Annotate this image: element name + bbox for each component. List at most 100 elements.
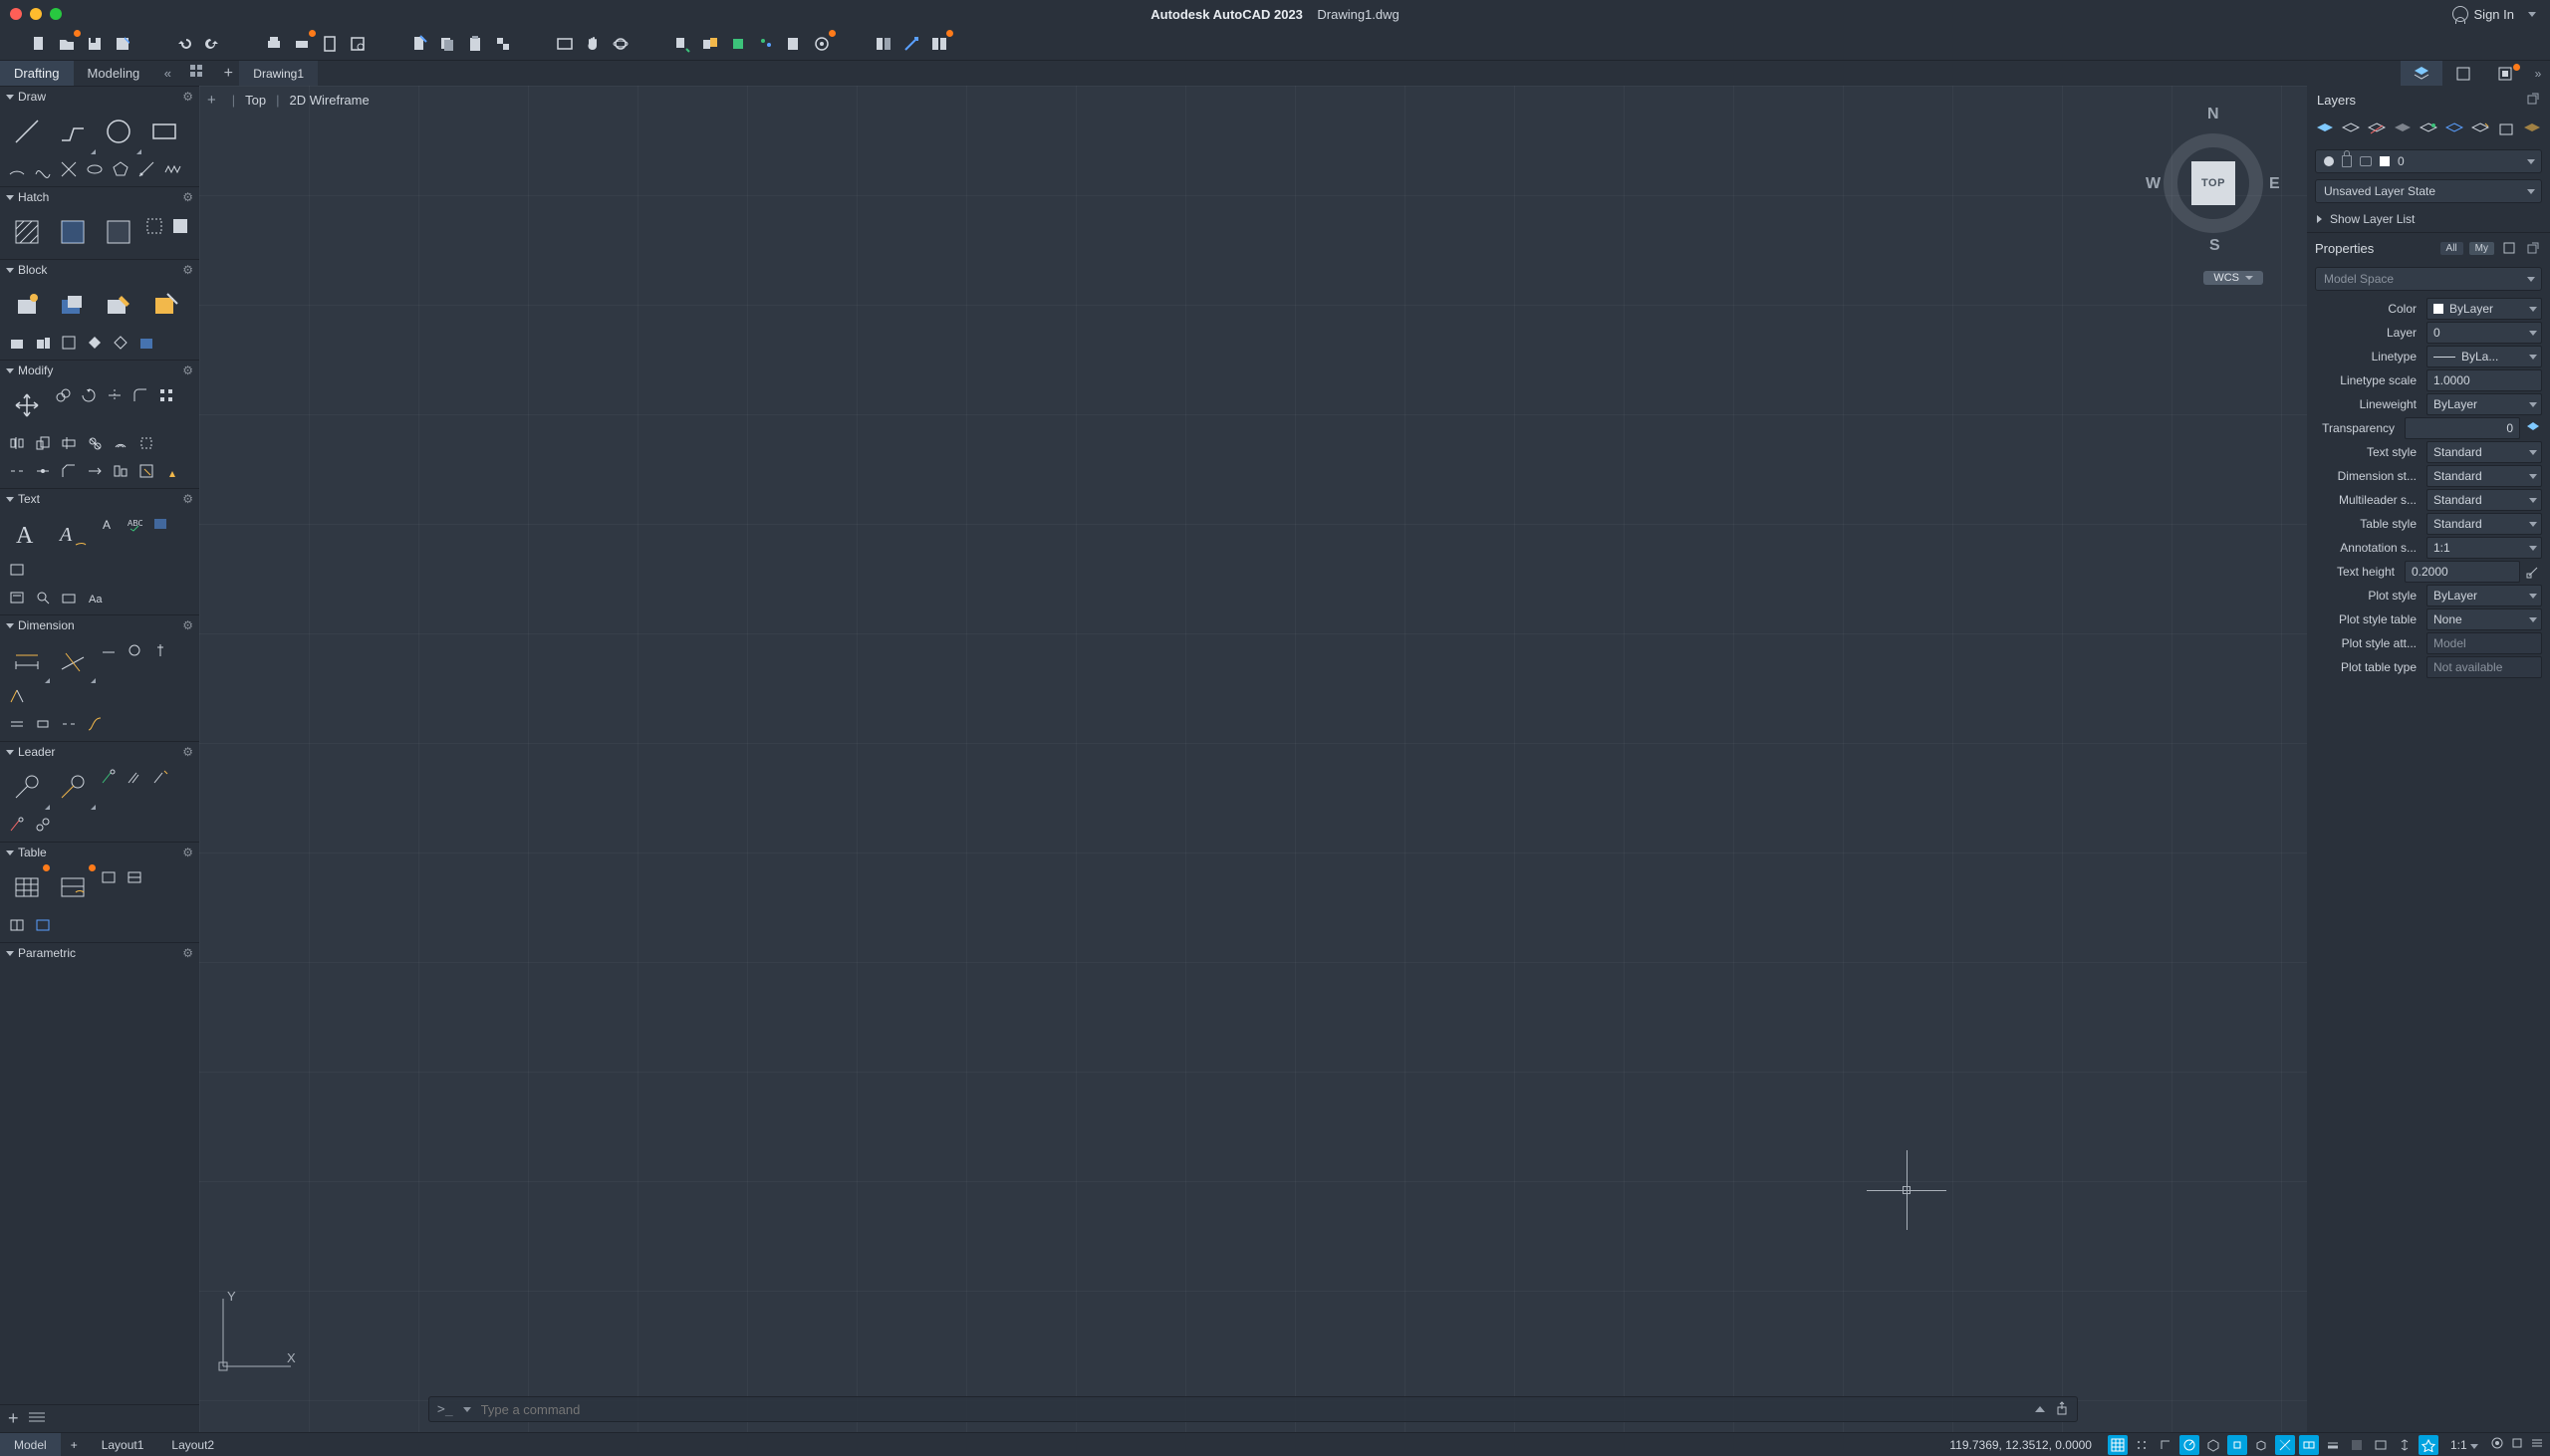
chamfer-tool[interactable] (58, 460, 80, 482)
table-sm-3[interactable] (6, 914, 28, 936)
view-plus-icon[interactable]: + (207, 92, 222, 109)
prop-transparency[interactable]: 0 (2405, 417, 2520, 439)
preview-button[interactable] (347, 33, 369, 55)
prop-mleader[interactable]: Standard (2426, 489, 2542, 511)
break-tool[interactable] (6, 460, 28, 482)
dim-sm-1[interactable] (98, 639, 120, 661)
prop-tablestyle[interactable]: Standard (2426, 513, 2542, 535)
wcs-chip[interactable]: WCS (2203, 271, 2263, 285)
offset-tool[interactable] (110, 432, 131, 454)
current-layer-combo[interactable]: 0 (2315, 149, 2542, 173)
insert-block-tool[interactable] (6, 284, 48, 326)
section-header-leader[interactable]: Leader⚙ (0, 742, 199, 762)
section-header-draw[interactable]: Draw⚙ (0, 87, 199, 107)
dim-sm-4[interactable] (6, 685, 28, 707)
table-sm-4[interactable] (32, 914, 54, 936)
gear-icon[interactable]: ⚙ (182, 618, 193, 632)
dynamic-input-toggle[interactable] (2299, 1435, 2319, 1455)
block-sm-2[interactable] (32, 332, 54, 354)
prop-plotstyle[interactable]: ByLayer (2426, 585, 2542, 607)
leader-sm-2[interactable] (124, 766, 145, 788)
mtext-tool[interactable]: A (6, 513, 48, 555)
layer-tool-3[interactable] (2367, 119, 2387, 140)
create-block-tool[interactable] (52, 284, 94, 326)
prop-textstyle[interactable]: Standard (2426, 441, 2542, 463)
new-file-button[interactable] (28, 33, 50, 55)
line-tool[interactable] (6, 111, 48, 152)
dim-sm-7[interactable] (58, 713, 80, 735)
layers-panel-tab[interactable] (2401, 61, 2442, 86)
prop-textheight[interactable]: 0.2000 (2405, 561, 2520, 583)
osnap-toggle[interactable] (2227, 1435, 2247, 1455)
command-expand-icon[interactable] (2035, 1406, 2045, 1412)
section-header-block[interactable]: Block⚙ (0, 260, 199, 280)
measure-button[interactable] (783, 33, 805, 55)
section-header-modify[interactable]: Modify⚙ (0, 361, 199, 380)
qleader-tool[interactable] (52, 766, 94, 808)
match-properties-button[interactable] (492, 33, 514, 55)
purge-tool[interactable] (161, 460, 183, 482)
prop-annoscale[interactable]: 1:1 (2426, 537, 2542, 559)
xline-tool[interactable] (58, 158, 80, 180)
show-layer-list-link[interactable]: Show Layer List (2307, 206, 2550, 232)
pan-tool[interactable] (582, 33, 604, 55)
dim-sm-5[interactable] (6, 713, 28, 735)
prop-lineweight[interactable]: ByLayer (2426, 393, 2542, 415)
gear-icon[interactable]: ⚙ (182, 846, 193, 859)
block-sm-4[interactable] (84, 332, 106, 354)
section-header-text[interactable]: Text⚙ (0, 489, 199, 509)
layer-tool-6[interactable] (2444, 119, 2464, 140)
text-sm-7[interactable] (58, 587, 80, 608)
point-style-button[interactable] (755, 33, 777, 55)
linear-dim-tool[interactable] (6, 639, 48, 681)
undo-button[interactable] (173, 33, 195, 55)
leader-sm-4[interactable] (6, 814, 28, 836)
trim-tool[interactable] (104, 384, 126, 406)
command-input[interactable] (481, 1402, 2025, 1417)
gear-icon[interactable]: ⚙ (182, 263, 193, 277)
command-history-caret[interactable] (463, 1407, 471, 1412)
properties-filter-my[interactable]: My (2469, 242, 2494, 255)
save-as-button[interactable] (112, 33, 133, 55)
gear-icon[interactable]: ⚙ (182, 364, 193, 377)
block-sm-5[interactable] (110, 332, 131, 354)
sc-toggle[interactable] (2395, 1435, 2415, 1455)
plot-button[interactable] (263, 33, 285, 55)
undock-icon[interactable] (2526, 92, 2540, 109)
layer-tool-4[interactable] (2393, 119, 2413, 140)
aligned-dim-tool[interactable] (52, 639, 94, 681)
block-attribute-tool[interactable] (143, 284, 185, 326)
prop-plottable[interactable]: None (2426, 608, 2542, 630)
isodraft-toggle[interactable] (2203, 1435, 2223, 1455)
prop-layer[interactable]: 0 (2426, 322, 2542, 344)
transparency-aux-button[interactable] (2524, 417, 2542, 439)
viewcube-south[interactable]: S (2209, 237, 2220, 255)
blocks-panel-tab[interactable] (2442, 61, 2484, 86)
wipeout-tool[interactable] (169, 211, 191, 241)
boundary-tool[interactable] (98, 211, 139, 253)
layer-tool-5[interactable] (2419, 119, 2438, 140)
gradient-tool[interactable] (52, 211, 94, 253)
layer-tool-9[interactable] (2522, 119, 2542, 140)
table-sm-2[interactable] (124, 866, 145, 888)
table-tool[interactable] (6, 866, 48, 908)
layer-tool-7[interactable] (2470, 119, 2490, 140)
leader-sm-3[interactable] (149, 766, 171, 788)
dim-sm-3[interactable] (149, 639, 171, 661)
compare-button[interactable] (873, 33, 894, 55)
tpy-toggle[interactable] (2347, 1435, 2367, 1455)
model-tab[interactable]: Model (0, 1433, 61, 1456)
ellipse-tool[interactable] (84, 158, 106, 180)
otrack-toggle[interactable] (2275, 1435, 2295, 1455)
layout-grid-icon[interactable] (189, 64, 209, 84)
section-header-dimension[interactable]: Dimension⚙ (0, 615, 199, 635)
spellcheck-tool[interactable]: ABC (124, 513, 145, 535)
polyline-tool[interactable] (52, 111, 94, 152)
gear-icon[interactable]: ⚙ (182, 190, 193, 204)
array-tool[interactable] (155, 384, 177, 406)
document-tab[interactable]: Drawing1 (239, 61, 318, 86)
text-sm-5[interactable] (6, 587, 28, 608)
viewcube-west[interactable]: W (2146, 175, 2161, 193)
layer-tool-1[interactable] (2315, 119, 2335, 140)
block-sm-3[interactable] (58, 332, 80, 354)
